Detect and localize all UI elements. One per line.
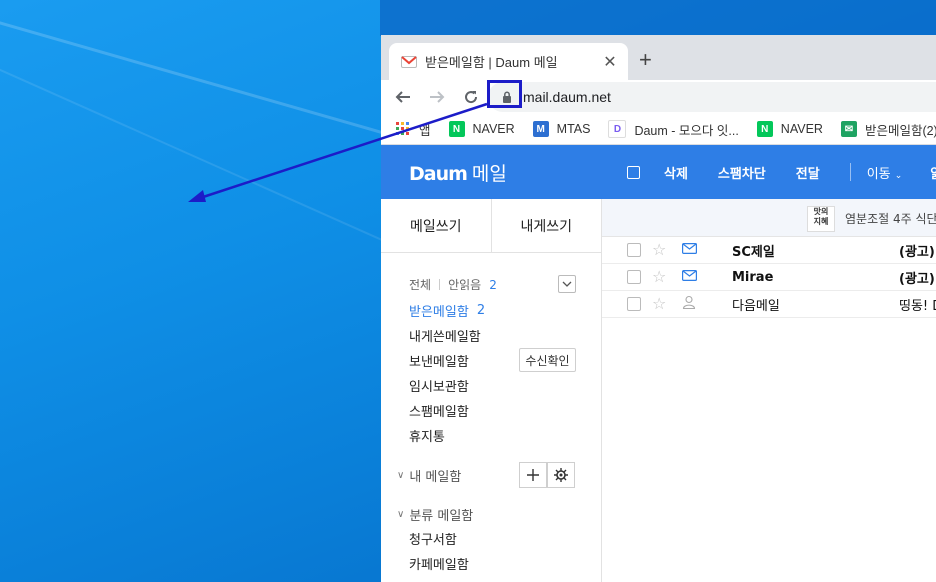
annotation-arrow xyxy=(188,102,488,202)
